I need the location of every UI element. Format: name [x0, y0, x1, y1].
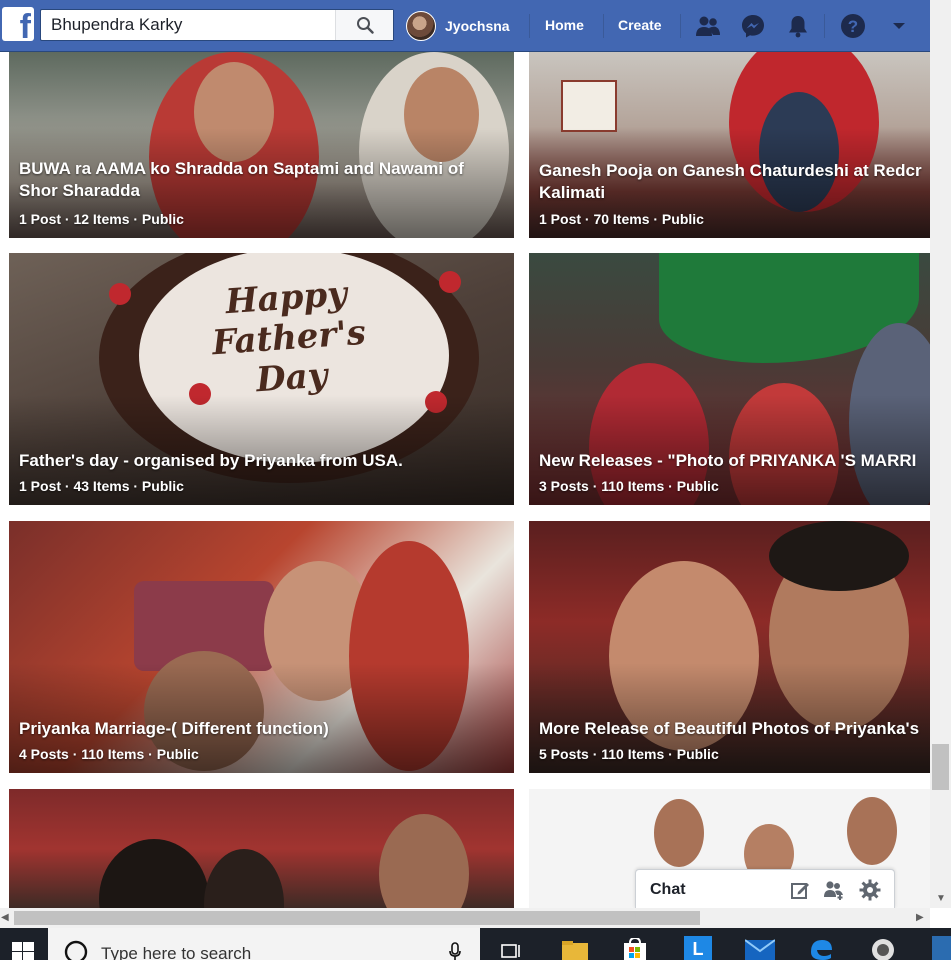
album-title[interactable]: New Releases - "Photo of PRIYANKA 'S MAR…	[539, 450, 930, 472]
search-button[interactable]	[335, 10, 393, 40]
settings-gear-icon[interactable]	[859, 879, 881, 901]
groom-hair-shape	[769, 521, 909, 591]
album-card[interactable]: Ganesh Pooja on Ganesh Chaturdeshi at Re…	[529, 52, 930, 238]
album-meta: 1 Post · 70 Items · Public	[539, 211, 704, 227]
album-meta: 4 Posts · 110 Items · Public	[19, 746, 199, 762]
chat-bar[interactable]: Chat	[635, 869, 895, 909]
search-input[interactable]	[41, 10, 337, 40]
cherry-shape	[109, 283, 131, 305]
edge-icon[interactable]	[808, 938, 834, 960]
help-icon[interactable]: ?	[839, 12, 867, 40]
profile-name: Jyochsna	[445, 18, 510, 34]
friends-icon[interactable]	[694, 12, 722, 40]
person-shape	[99, 839, 209, 909]
album-card[interactable]: More Release of Beautiful Photos of Priy…	[529, 521, 930, 773]
album-card[interactable]: New Releases - "Photo of PRIYANKA 'S MAR…	[529, 253, 930, 505]
nav-home-link[interactable]: Home	[545, 17, 584, 33]
cherry-shape	[439, 271, 461, 293]
cake-writing: Happy Father's Day	[210, 273, 368, 401]
profile-link[interactable]: Jyochsna	[406, 10, 510, 42]
messenger-icon[interactable]	[739, 12, 767, 40]
chat-label: Chat	[650, 881, 686, 898]
scroll-left-arrow-icon[interactable]: ◀	[1, 912, 9, 923]
app-edge-icon[interactable]	[932, 936, 951, 960]
scroll-right-arrow-icon[interactable]: ▶	[916, 912, 924, 923]
task-view-icon[interactable]	[500, 942, 522, 960]
file-explorer-icon[interactable]	[561, 940, 589, 960]
person-shape	[204, 849, 284, 909]
album-card[interactable]: Priyanka Marriage-( Different function) …	[9, 521, 514, 773]
search-icon	[356, 17, 374, 34]
album-meta: 5 Posts · 110 Items · Public	[539, 746, 719, 762]
vertical-scrollbar-thumb[interactable]	[932, 744, 949, 790]
store-icon[interactable]	[622, 936, 648, 960]
shubh-sign	[561, 80, 617, 132]
facebook-logo-icon[interactable]: f	[2, 7, 34, 41]
album-card[interactable]: BUWA ra AAMA ko Shradda on Saptami and N…	[9, 52, 514, 238]
facebook-header: f Jyochsna Home Create ?	[0, 0, 930, 52]
taskbar-search-placeholder: Type here to search	[101, 944, 252, 960]
person-face-shape	[654, 799, 704, 867]
album-title[interactable]: BUWA ra AAMA ko Shradda on Saptami and N…	[19, 158, 489, 202]
search-box	[40, 9, 394, 41]
album-cover-photo	[9, 789, 514, 909]
album-title[interactable]: Ganesh Pooja on Ganesh Chaturdeshi at Re…	[539, 160, 930, 182]
nav-create-link[interactable]: Create	[618, 17, 662, 33]
album-card[interactable]: Happy Father's Day Father's day - organi…	[9, 253, 514, 505]
divider	[603, 14, 604, 38]
divider	[529, 14, 530, 38]
svg-text:?: ?	[848, 17, 858, 36]
album-meta: 1 Post · 12 Items · Public	[19, 211, 184, 227]
album-title[interactable]: Father's day - organised by Priyanka fro…	[19, 450, 514, 472]
notifications-icon[interactable]	[784, 12, 812, 40]
avatar	[406, 11, 436, 41]
windows-start-icon[interactable]	[12, 942, 34, 960]
album-meta: 1 Post · 43 Items · Public	[19, 478, 184, 494]
person-shape	[379, 814, 469, 909]
divider	[680, 14, 681, 38]
new-group-icon[interactable]	[823, 879, 845, 901]
mail-icon[interactable]	[744, 938, 776, 960]
microphone-icon[interactable]	[448, 942, 462, 960]
app-l-icon[interactable]: L	[684, 936, 712, 960]
album-card[interactable]	[9, 789, 514, 909]
album-meta: 3 Posts · 110 Items · Public	[539, 478, 719, 494]
horizontal-scrollbar-thumb[interactable]	[14, 911, 700, 925]
divider	[824, 14, 825, 38]
svg-text:L: L	[693, 939, 704, 959]
scroll-down-arrow-icon[interactable]: ▼	[936, 893, 946, 904]
person-face-shape	[847, 797, 897, 865]
dropdown-icon[interactable]	[885, 12, 913, 40]
taskbar-search-icon	[63, 940, 91, 960]
album-title[interactable]: Priyanka Marriage-( Different function)	[19, 718, 514, 740]
browser-viewport: BUWA ra AAMA ko Shradda on Saptami and N…	[0, 0, 951, 960]
app-round-icon[interactable]	[868, 937, 898, 960]
album-title-line2[interactable]: Kalimati	[539, 182, 930, 204]
album-title[interactable]: More Release of Beautiful Photos of Priy…	[539, 718, 930, 740]
compose-icon[interactable]	[789, 879, 811, 901]
